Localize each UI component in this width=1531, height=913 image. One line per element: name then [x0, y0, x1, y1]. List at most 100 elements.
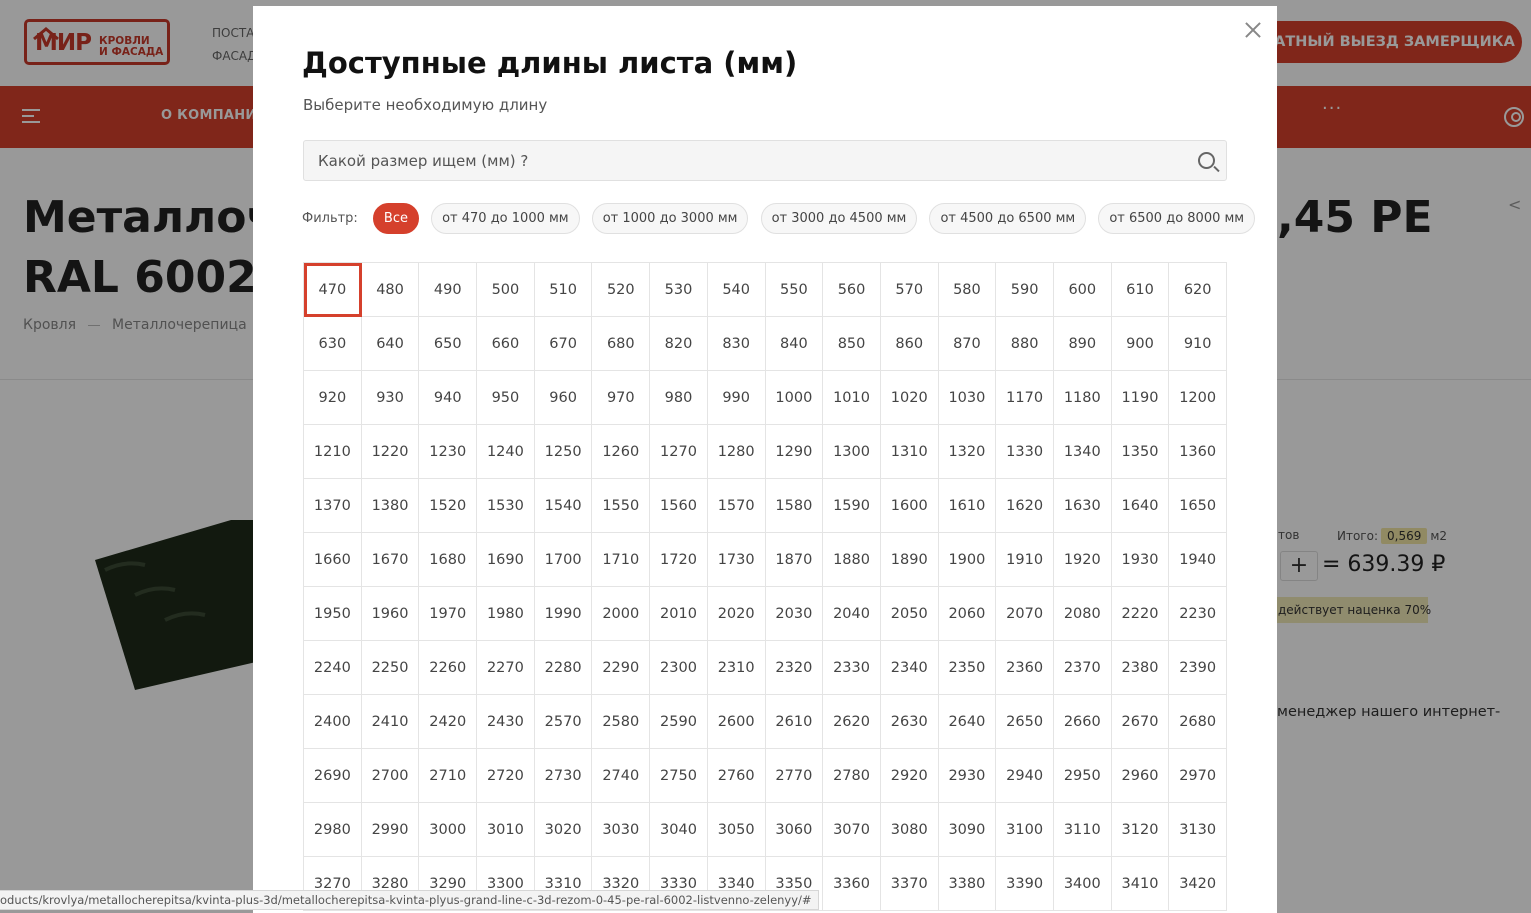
length-option[interactable]: 590	[996, 263, 1054, 317]
length-option[interactable]: 3080	[880, 803, 939, 857]
length-option[interactable]: 900	[1111, 317, 1170, 371]
length-option[interactable]: 3030	[592, 803, 651, 857]
length-option[interactable]: 1600	[880, 479, 939, 533]
filter-chip[interactable]: от 6500 до 8000 мм	[1098, 203, 1256, 234]
length-option[interactable]: 1970	[419, 587, 478, 641]
length-option[interactable]: 620	[1169, 263, 1227, 317]
length-option[interactable]: 2770	[765, 749, 824, 803]
length-option[interactable]: 1000	[765, 371, 824, 425]
length-option[interactable]: 1380	[361, 479, 420, 533]
length-option[interactable]: 1530	[477, 479, 535, 533]
length-option[interactable]: 2270	[477, 641, 535, 695]
length-option[interactable]: 2950	[1053, 749, 1112, 803]
length-option[interactable]: 1190	[1111, 371, 1170, 425]
length-option[interactable]: 1610	[938, 479, 997, 533]
length-option[interactable]: 1020	[880, 371, 939, 425]
length-option[interactable]: 2300	[650, 641, 708, 695]
length-option[interactable]: 2030	[765, 587, 824, 641]
length-option[interactable]: 1370	[304, 479, 362, 533]
length-option[interactable]: 2240	[304, 641, 362, 695]
length-option[interactable]: 3020	[534, 803, 593, 857]
length-option[interactable]: 2600	[707, 695, 766, 749]
length-option[interactable]: 2320	[765, 641, 824, 695]
length-option[interactable]: 2570	[534, 695, 593, 749]
length-option[interactable]: 3060	[765, 803, 824, 857]
length-option[interactable]: 670	[534, 317, 593, 371]
length-option[interactable]: 550	[765, 263, 824, 317]
length-option[interactable]: 1620	[996, 479, 1054, 533]
length-option[interactable]: 2400	[304, 695, 362, 749]
length-option[interactable]: 1650	[1169, 479, 1227, 533]
length-option[interactable]: 1340	[1053, 425, 1112, 479]
length-option[interactable]: 530	[650, 263, 708, 317]
length-option[interactable]: 2970	[1169, 749, 1227, 803]
length-option[interactable]: 3000	[419, 803, 478, 857]
length-option[interactable]: 2040	[823, 587, 881, 641]
length-option[interactable]: 1240	[477, 425, 535, 479]
length-option[interactable]: 1560	[650, 479, 708, 533]
length-option[interactable]: 1930	[1111, 533, 1170, 587]
length-option[interactable]: 1690	[477, 533, 535, 587]
length-option[interactable]: 830	[707, 317, 766, 371]
length-option[interactable]: 1290	[765, 425, 824, 479]
length-option[interactable]: 1950	[304, 587, 362, 641]
length-option[interactable]: 1920	[1053, 533, 1112, 587]
length-option[interactable]: 1870	[765, 533, 824, 587]
length-option[interactable]: 1260	[592, 425, 651, 479]
length-option[interactable]: 2020	[707, 587, 766, 641]
length-option[interactable]: 3070	[823, 803, 881, 857]
length-option[interactable]: 1910	[996, 533, 1054, 587]
length-option[interactable]: 2340	[880, 641, 939, 695]
length-option[interactable]: 3130	[1169, 803, 1227, 857]
length-option[interactable]: 1680	[419, 533, 478, 587]
length-option[interactable]: 1700	[534, 533, 593, 587]
length-option[interactable]: 1320	[938, 425, 997, 479]
length-option[interactable]: 2940	[996, 749, 1054, 803]
length-option[interactable]: 1520	[419, 479, 478, 533]
length-option[interactable]: 1550	[592, 479, 651, 533]
length-option[interactable]: 980	[650, 371, 708, 425]
length-option[interactable]: 850	[823, 317, 881, 371]
length-option[interactable]: 2350	[938, 641, 997, 695]
length-option[interactable]: 2720	[477, 749, 535, 803]
length-option[interactable]: 630	[304, 317, 362, 371]
length-option[interactable]: 890	[1053, 317, 1112, 371]
length-option[interactable]: 2050	[880, 587, 939, 641]
length-option[interactable]: 3120	[1111, 803, 1170, 857]
length-option[interactable]: 2380	[1111, 641, 1170, 695]
length-option[interactable]: 2930	[938, 749, 997, 803]
length-option[interactable]: 1580	[765, 479, 824, 533]
length-option[interactable]: 2360	[996, 641, 1054, 695]
length-option[interactable]: 2080	[1053, 587, 1112, 641]
length-option[interactable]: 940	[419, 371, 478, 425]
length-option[interactable]: 500	[477, 263, 535, 317]
length-option[interactable]: 2420	[419, 695, 478, 749]
length-option[interactable]: 2430	[477, 695, 535, 749]
length-option[interactable]: 2390	[1169, 641, 1227, 695]
filter-chip[interactable]: от 4500 до 6500 мм	[929, 203, 1087, 234]
length-option[interactable]: 470	[304, 263, 362, 317]
length-option[interactable]: 2650	[996, 695, 1054, 749]
length-option[interactable]: 1300	[823, 425, 881, 479]
search-icon[interactable]	[1198, 152, 1215, 169]
length-option[interactable]: 1010	[823, 371, 881, 425]
length-option[interactable]: 1180	[1053, 371, 1112, 425]
length-option[interactable]: 2250	[361, 641, 420, 695]
length-option[interactable]: 2290	[592, 641, 651, 695]
length-option[interactable]: 2330	[823, 641, 881, 695]
length-option[interactable]: 3040	[650, 803, 708, 857]
length-option[interactable]: 3380	[938, 857, 997, 911]
length-option[interactable]: 2310	[707, 641, 766, 695]
length-option[interactable]: 1210	[304, 425, 362, 479]
length-option[interactable]: 3410	[1111, 857, 1170, 911]
length-option[interactable]: 2010	[650, 587, 708, 641]
length-option[interactable]: 640	[361, 317, 420, 371]
length-option[interactable]: 2280	[534, 641, 593, 695]
length-option[interactable]: 2580	[592, 695, 651, 749]
length-option[interactable]: 820	[650, 317, 708, 371]
length-option[interactable]: 840	[765, 317, 824, 371]
length-option[interactable]: 950	[477, 371, 535, 425]
length-option[interactable]: 1710	[592, 533, 651, 587]
length-option[interactable]: 1170	[996, 371, 1054, 425]
length-option[interactable]: 650	[419, 317, 478, 371]
